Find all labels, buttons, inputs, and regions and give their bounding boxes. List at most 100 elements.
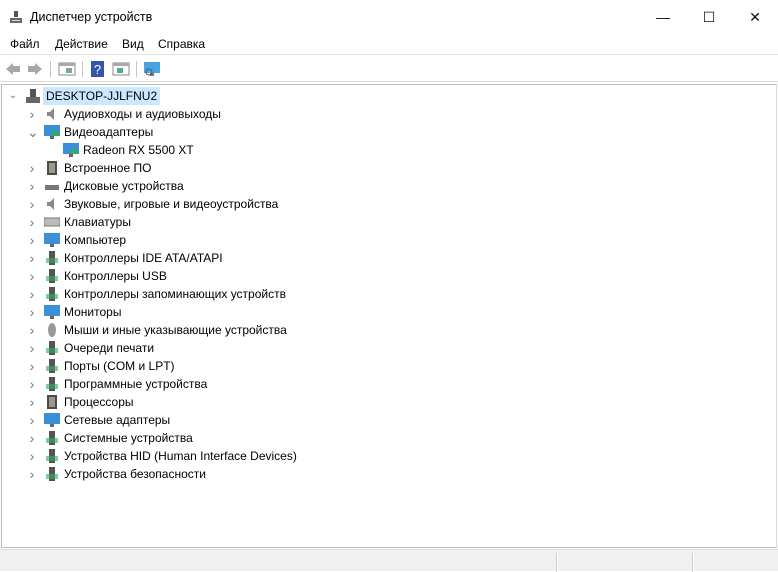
category-label: Процессоры: [64, 395, 134, 409]
chevron-down-icon[interactable]: ⌄: [27, 123, 39, 141]
chevron-right-icon[interactable]: ›: [27, 375, 37, 393]
tree-category[interactable]: › Порты (COM и LPT): [2, 357, 402, 375]
category-label: Сетевые адаптеры: [64, 413, 171, 427]
network-icon: [44, 413, 60, 427]
category-label: Порты (COM и LPT): [64, 359, 175, 373]
toolbar-separator: [50, 61, 51, 77]
keyboard-icon: [43, 215, 61, 229]
tree-category[interactable]: › Дисковые устройства: [2, 177, 402, 195]
tree-root[interactable]: ⌄ DESKTOP-JJLFNU2: [2, 87, 202, 105]
device-manager-icon: [10, 11, 22, 23]
chevron-right-icon[interactable]: ›: [27, 411, 37, 429]
chevron-right-icon[interactable]: ›: [27, 465, 37, 483]
tree-category[interactable]: › Контроллеры IDE ATA/ATAPI: [2, 249, 402, 267]
tree-category[interactable]: › Звуковые, игровые и видеоустройства: [2, 195, 402, 213]
toolbar: ?: [0, 56, 778, 82]
tree-category[interactable]: › Мыши и иные указывающие устройства: [2, 321, 402, 339]
minimize-button[interactable]: —: [640, 0, 686, 34]
menu-help[interactable]: Справка: [158, 37, 205, 51]
chevron-down-icon[interactable]: ⌄: [8, 87, 18, 105]
processor-icon: [44, 395, 60, 409]
category-label: Дисковые устройства: [64, 179, 184, 193]
chevron-right-icon[interactable]: ›: [27, 357, 37, 375]
category-label: Контроллеры запоминающих устройств: [64, 287, 286, 301]
menu-bar: Файл Действие Вид Справка: [0, 34, 778, 55]
software-device-icon: [44, 377, 60, 391]
scan-hardware-icon[interactable]: [143, 60, 161, 78]
disk-icon: [44, 179, 60, 193]
back-icon[interactable]: [4, 60, 22, 78]
chevron-right-icon[interactable]: ›: [27, 105, 37, 123]
device-tree[interactable]: ⌄ DESKTOP-JJLFNU2 › Аудиовходы и аудиовыход…: [1, 84, 777, 548]
close-button[interactable]: ✕: [732, 0, 778, 34]
tree-category[interactable]: ⌄ Видеоадаптеры: [2, 123, 402, 141]
update-driver-icon[interactable]: [112, 60, 130, 78]
category-label: Устройства безопасности: [64, 467, 206, 481]
category-label: Системные устройства: [64, 431, 193, 445]
chevron-right-icon[interactable]: ›: [27, 393, 37, 411]
help-icon[interactable]: ?: [89, 60, 107, 78]
tree-category[interactable]: › Аудиовходы и аудиовыходы: [2, 105, 402, 123]
category-label: Мониторы: [64, 305, 122, 319]
category-label: Клавиатуры: [64, 215, 131, 229]
toolbar-separator: [82, 61, 83, 77]
tree-category[interactable]: › Системные устройства: [2, 429, 402, 447]
chevron-right-icon[interactable]: ›: [27, 159, 37, 177]
tree-category[interactable]: › Процессоры: [2, 393, 402, 411]
chevron-right-icon[interactable]: ›: [27, 447, 37, 465]
svg-text:?: ?: [94, 62, 101, 77]
category-label: Устройства HID (Human Interface Devices): [64, 449, 297, 463]
window-title: Диспетчер устройств: [30, 10, 153, 24]
port-icon: [44, 359, 60, 373]
printer-icon: [44, 341, 60, 355]
chevron-right-icon[interactable]: ›: [27, 177, 37, 195]
category-label: Аудиовходы и аудиовыходы: [64, 107, 221, 121]
category-label: Мыши и иные указывающие устройства: [64, 323, 287, 337]
chevron-right-icon[interactable]: ›: [27, 339, 37, 357]
menu-file[interactable]: Файл: [10, 37, 40, 51]
category-label: Звуковые, игровые и видеоустройства: [64, 197, 279, 211]
forward-icon[interactable]: [26, 60, 44, 78]
tree-category[interactable]: › Устройства HID (Human Interface Devices…: [2, 447, 402, 465]
firmware-icon: [44, 161, 60, 175]
tree-category[interactable]: › Программные устройства: [2, 375, 402, 393]
tree-category[interactable]: › Встроенное ПО: [2, 159, 402, 177]
chevron-right-icon[interactable]: ›: [27, 249, 37, 267]
menu-view[interactable]: Вид: [122, 37, 144, 51]
properties-icon[interactable]: [58, 60, 76, 78]
category-label: Встроенное ПО: [64, 161, 152, 175]
category-label: Очереди печати: [64, 341, 155, 355]
system-icon: [44, 431, 60, 445]
category-label: Контроллеры IDE ATA/ATAPI: [64, 251, 223, 265]
category-label: Видеоадаптеры: [64, 125, 154, 139]
chevron-right-icon[interactable]: ›: [27, 267, 37, 285]
tree-category[interactable]: › Сетевые адаптеры: [2, 411, 402, 429]
tree-category[interactable]: › Очереди печати: [2, 339, 402, 357]
chevron-right-icon[interactable]: ›: [27, 195, 37, 213]
tree-category[interactable]: › Мониторы: [2, 303, 402, 321]
mouse-icon: [44, 323, 60, 337]
chevron-right-icon[interactable]: ›: [27, 303, 37, 321]
chevron-right-icon[interactable]: ›: [27, 321, 37, 339]
device-label: Radeon RX 5500 XT: [83, 143, 194, 157]
chevron-right-icon[interactable]: ›: [27, 231, 37, 249]
tree-category[interactable]: › Устройства безопасности: [2, 465, 402, 483]
title-bar: Диспетчер устройств — ☐ ✕: [0, 0, 778, 34]
menu-action[interactable]: Действие: [55, 37, 108, 51]
chevron-right-icon[interactable]: ›: [27, 285, 37, 303]
tree-category[interactable]: › Контроллеры запоминающих устройств: [2, 285, 402, 303]
computer-icon: [44, 233, 60, 247]
tree-category[interactable]: › Клавиатуры: [2, 213, 402, 231]
maximize-button[interactable]: ☐: [686, 0, 732, 34]
tree-device[interactable]: Radeon RX 5500 XT: [2, 141, 402, 159]
tree-category[interactable]: › Контроллеры USB: [2, 267, 402, 285]
sound-icon: [44, 197, 60, 211]
chevron-right-icon[interactable]: ›: [27, 429, 37, 447]
tree-root-label: DESKTOP-JJLFNU2: [43, 87, 161, 105]
tree-category[interactable]: › Компьютер: [2, 231, 402, 249]
display-adapter-icon: [44, 125, 60, 139]
chevron-right-icon[interactable]: ›: [27, 213, 37, 231]
toolbar-separator: [136, 61, 137, 77]
usb-icon: [44, 269, 60, 283]
status-pane-divider: [556, 553, 558, 572]
